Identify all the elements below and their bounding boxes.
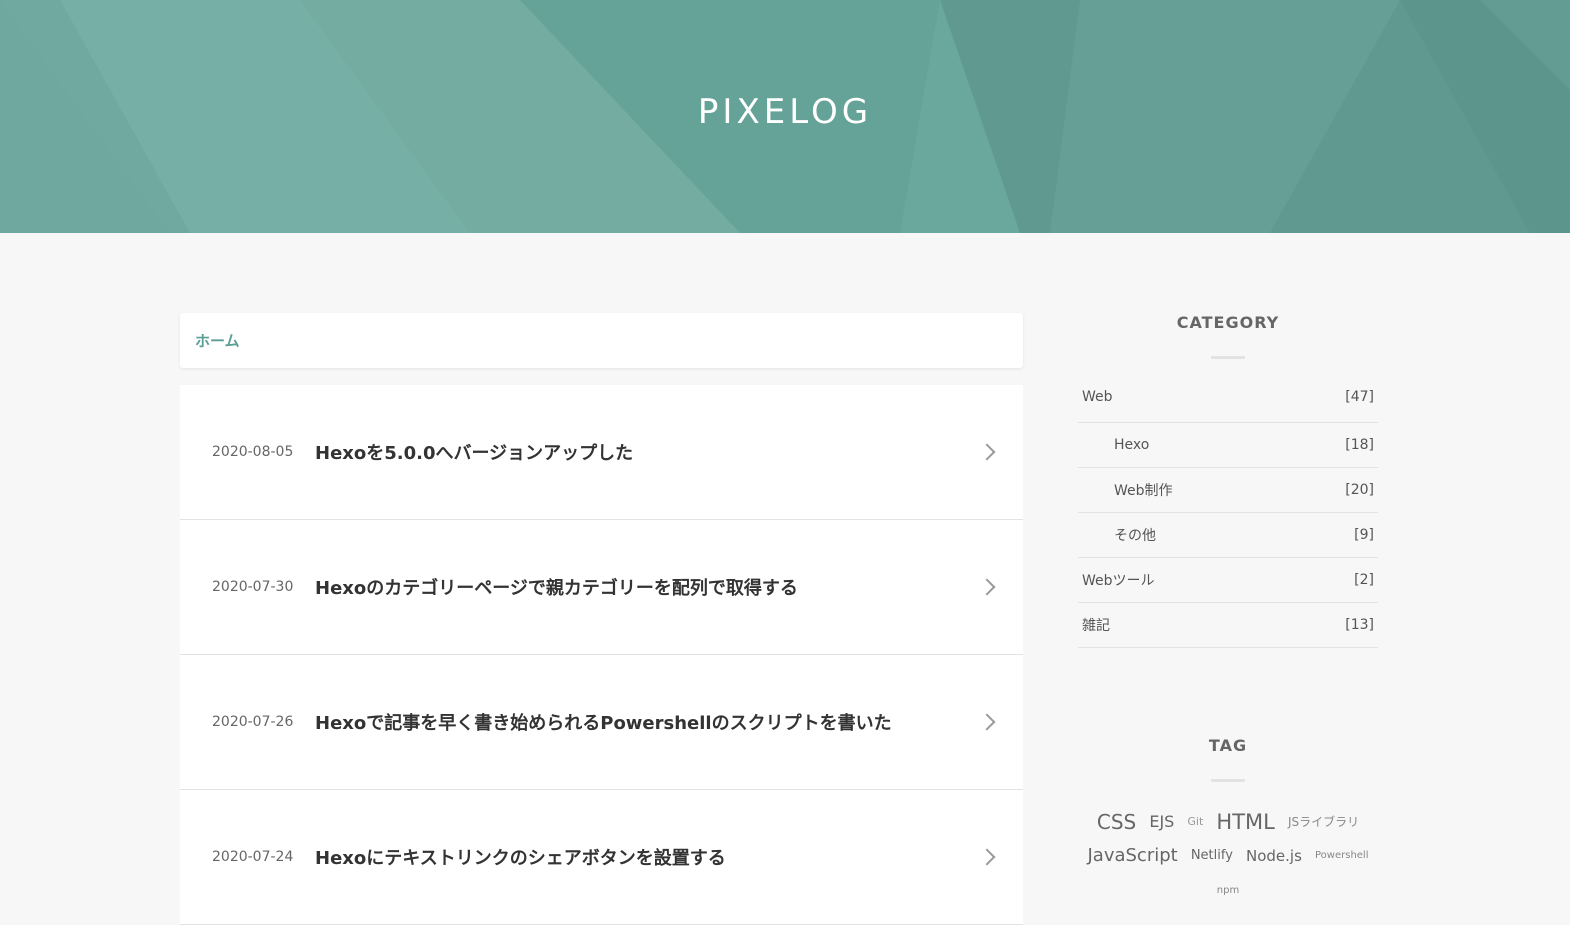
tag-link[interactable]: npm <box>1217 885 1239 896</box>
tag-link[interactable]: Powershell <box>1315 850 1369 861</box>
main-content: ホーム 2020-08-05 Hexoを5.0.0へバージョンアップした 202… <box>180 313 1023 925</box>
category-count: [2] <box>1354 572 1374 588</box>
category-name[interactable]: Hexo <box>1082 437 1149 453</box>
category-count: [18] <box>1345 437 1374 453</box>
category-item-sonota[interactable]: その他 [9] <box>1078 513 1378 558</box>
tag-link[interactable]: JSライブラリ <box>1288 815 1359 829</box>
tag-link[interactable]: HTML <box>1216 810 1274 834</box>
tag-link[interactable]: Netlify <box>1191 848 1233 863</box>
post-title[interactable]: Hexoで記事を早く書き始められるPowershellのスクリプトを書いた <box>315 709 892 735</box>
post-item[interactable]: 2020-07-26 Hexoで記事を早く書き始められるPowershellのス… <box>180 655 1023 790</box>
category-name[interactable]: Web制作 <box>1082 480 1173 500</box>
post-date: 2020-08-05 <box>212 444 294 460</box>
category-list: Web [47] Hexo [18] Web制作 [20] その他 [9] We… <box>1078 389 1378 648</box>
category-name[interactable]: Webツール <box>1082 570 1155 590</box>
category-count: [9] <box>1354 527 1374 543</box>
breadcrumb-home-link[interactable]: ホーム <box>195 330 240 351</box>
category-item-web-tool[interactable]: Webツール [2] <box>1078 558 1378 603</box>
post-date: 2020-07-30 <box>212 579 294 595</box>
tag-heading-divider <box>1211 779 1245 782</box>
category-count: [47] <box>1345 389 1374 405</box>
tag-link[interactable]: EJS <box>1149 812 1174 831</box>
tag-link[interactable]: CSS <box>1097 810 1136 834</box>
post-item[interactable]: 2020-08-05 Hexoを5.0.0へバージョンアップした <box>180 385 1023 520</box>
tag-link[interactable]: JavaScript <box>1087 845 1177 866</box>
sidebar: CATEGORY Web [47] Hexo [18] Web制作 [20] そ… <box>1078 313 1378 908</box>
post-date: 2020-07-24 <box>212 849 294 865</box>
tag-heading: TAG <box>1208 736 1248 755</box>
chevron-right-icon <box>978 848 996 866</box>
site-title-link[interactable]: PIXELOG <box>0 92 1570 132</box>
category-item-zakki[interactable]: 雑記 [13] <box>1078 603 1378 648</box>
category-count: [13] <box>1345 617 1374 633</box>
post-item[interactable]: 2020-07-24 Hexoにテキストリンクのシェアボタンを設置する <box>180 790 1023 925</box>
category-item-hexo[interactable]: Hexo [18] <box>1078 423 1378 468</box>
category-count: [20] <box>1345 482 1374 498</box>
tag-link[interactable]: Git <box>1187 815 1203 828</box>
post-title[interactable]: Hexoのカテゴリーページで親カテゴリーを配列で取得する <box>315 574 798 600</box>
post-title[interactable]: Hexoにテキストリンクのシェアボタンを設置する <box>315 844 726 870</box>
category-name[interactable]: その他 <box>1082 525 1156 545</box>
post-title[interactable]: Hexoを5.0.0へバージョンアップした <box>315 439 633 465</box>
tag-cloud: CSS EJS Git HTML JSライブラリ JavaScript Netl… <box>1078 804 1378 908</box>
breadcrumb: ホーム <box>180 313 1023 368</box>
category-heading: CATEGORY <box>1176 313 1280 332</box>
post-item[interactable]: 2020-07-30 Hexoのカテゴリーページで親カテゴリーを配列で取得する <box>180 520 1023 655</box>
category-heading-divider <box>1211 356 1245 359</box>
post-list: 2020-08-05 Hexoを5.0.0へバージョンアップした 2020-07… <box>180 385 1023 925</box>
site-header: PIXELOG <box>0 0 1570 233</box>
category-item-web-seisaku[interactable]: Web制作 [20] <box>1078 468 1378 513</box>
category-name[interactable]: Web <box>1082 389 1113 405</box>
post-date: 2020-07-26 <box>212 714 294 730</box>
chevron-right-icon <box>978 578 996 596</box>
chevron-right-icon <box>978 443 996 461</box>
category-name[interactable]: 雑記 <box>1082 615 1110 635</box>
chevron-right-icon <box>978 713 996 731</box>
category-item-web[interactable]: Web [47] <box>1078 389 1378 423</box>
tag-link[interactable]: Node.js <box>1246 847 1302 865</box>
